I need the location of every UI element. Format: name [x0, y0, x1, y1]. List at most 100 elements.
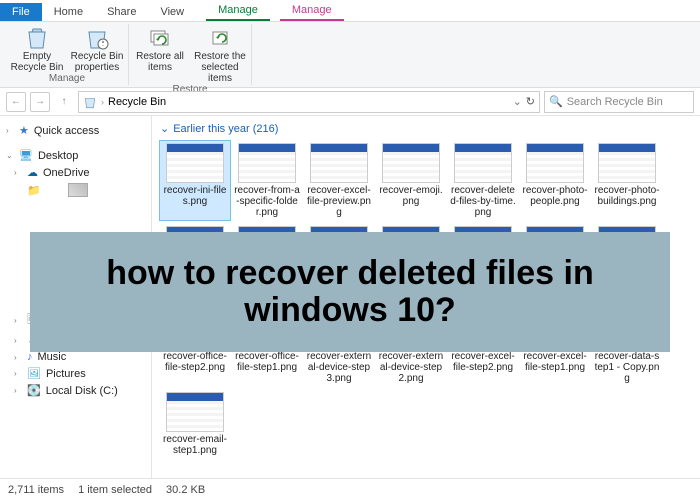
file-thumbnail[interactable]: recover-ini-files.png — [160, 141, 230, 220]
file-name: recover-photo-people.png — [522, 185, 588, 207]
chevron-down-icon[interactable]: ⌄ — [513, 95, 522, 108]
nav-back-button[interactable]: ← — [6, 92, 26, 112]
sidebar-item-quick-access[interactable]: › ★ Quick access — [4, 122, 147, 139]
chevron-right-icon: › — [14, 386, 22, 395]
desktop-icon: 🖥 — [19, 149, 33, 162]
user-thumb — [68, 183, 88, 197]
group-label: Earlier this year (216) — [173, 123, 278, 135]
thumbnail-image — [166, 143, 224, 183]
ribbon-tabs: File Home Share View Manage Manage — [0, 0, 700, 22]
group-manage: Empty Recycle Bin Recycle Bin properties… — [6, 24, 129, 85]
recycle-bin-empty-icon — [23, 26, 51, 50]
file-name: recover-excel-file-step1.png — [522, 351, 588, 373]
thumbnail-image — [382, 143, 440, 183]
file-thumbnail[interactable]: recover-email-step1.png — [160, 390, 230, 458]
refresh-icon[interactable]: ↻ — [526, 95, 535, 108]
thumbnail-image — [166, 392, 224, 432]
overlay-banner: how to recover deleted files in windows … — [30, 232, 670, 352]
file-name: recover-office-file-step2.png — [162, 351, 228, 373]
sidebar-item-desktop[interactable]: ⌄ 🖥 Desktop — [4, 147, 147, 164]
file-name: recover-external-device-step3.png — [306, 351, 372, 384]
chevron-right-icon: › — [6, 126, 14, 135]
restore-selected-button[interactable]: Restore the selected items — [193, 24, 247, 84]
empty-recycle-bin-button[interactable]: Empty Recycle Bin — [10, 24, 64, 73]
status-total-items: 2,711 items — [8, 484, 64, 496]
file-thumbnail[interactable]: recover-excel-file-preview.png — [304, 141, 374, 220]
sidebar-item-label: Desktop — [38, 150, 78, 162]
thumbnail-image — [310, 143, 368, 183]
address-bar[interactable]: › Recycle Bin ⌄ ↻ — [78, 91, 540, 113]
file-name: recover-deleted-files-by-time.png — [450, 185, 516, 218]
tab-file[interactable]: File — [0, 3, 42, 21]
chevron-right-icon: › — [14, 353, 22, 362]
sidebar-item-label: Pictures — [46, 368, 86, 380]
tab-manage-tools[interactable]: Manage — [206, 1, 270, 21]
restore-selected-label: Restore the selected items — [193, 51, 247, 84]
recycle-bin-properties-icon — [83, 26, 111, 50]
file-name: recover-external-device-step2.png — [378, 351, 444, 384]
search-placeholder: Search Recycle Bin — [567, 96, 663, 108]
sidebar-item-label: Local Disk (C:) — [46, 385, 118, 397]
file-name: recover-emoji.png — [378, 185, 444, 207]
disk-icon: 💽 — [27, 384, 41, 397]
sidebar-item-user[interactable]: 📁 — [4, 181, 147, 199]
star-icon: ★ — [19, 124, 29, 137]
nav-up-button[interactable]: ↑ — [54, 92, 74, 112]
file-thumbnail[interactable]: recover-deleted-files-by-time.png — [448, 141, 518, 220]
status-bar: 2,711 items 1 item selected 30.2 KB — [0, 478, 700, 500]
chevron-down-icon: ⌄ — [6, 151, 14, 160]
address-bar-row: ← → ↑ › Recycle Bin ⌄ ↻ 🔍 Search Recycle… — [0, 88, 700, 116]
file-name: recover-email-step1.png — [162, 434, 228, 456]
recycle-bin-properties-button[interactable]: Recycle Bin properties — [70, 24, 124, 73]
file-thumbnail[interactable]: recover-emoji.png — [376, 141, 446, 220]
file-thumbnail[interactable]: recover-photo-buildings.png — [592, 141, 662, 220]
group-manage-caption: Manage — [49, 73, 85, 84]
ribbon-actions: Empty Recycle Bin Recycle Bin properties… — [0, 22, 700, 88]
folder-icon: 📁 — [27, 184, 41, 197]
chevron-right-icon: › — [14, 369, 22, 378]
tab-view[interactable]: View — [148, 3, 196, 21]
chevron-right-icon: › — [14, 168, 22, 177]
tab-manage-picture[interactable]: Manage — [280, 1, 344, 21]
restore-all-label: Restore all items — [133, 51, 187, 73]
search-input[interactable]: 🔍 Search Recycle Bin — [544, 91, 694, 113]
file-thumbnail[interactable]: recover-photo-people.png — [520, 141, 590, 220]
sidebar-item-pictures[interactable]: › 🖼 Pictures — [4, 365, 147, 382]
thumbnail-image — [526, 143, 584, 183]
cloud-icon: ☁ — [27, 166, 38, 179]
tab-home[interactable]: Home — [42, 3, 95, 21]
thumbnail-image — [238, 143, 296, 183]
overlay-text: how to recover deleted files in windows … — [42, 255, 658, 330]
status-selected: 1 item selected — [78, 484, 152, 496]
search-icon: 🔍 — [549, 95, 563, 108]
sidebar-item-label: Quick access — [34, 125, 99, 137]
restore-all-button[interactable]: Restore all items — [133, 24, 187, 84]
recycle-bin-icon — [83, 95, 97, 109]
sidebar-item-local-disk[interactable]: › 💽 Local Disk (C:) — [4, 382, 147, 399]
breadcrumb-location[interactable]: Recycle Bin — [108, 96, 166, 108]
breadcrumb-sep-icon: › — [101, 97, 104, 107]
file-name: recover-office-file-step1.png — [234, 351, 300, 373]
chevron-right-icon: › — [14, 336, 22, 345]
sidebar-item-label: OneDrive — [43, 167, 89, 179]
file-name: recover-excel-file-step2.png — [450, 351, 516, 373]
thumbnail-image — [454, 143, 512, 183]
properties-label: Recycle Bin properties — [70, 51, 124, 73]
file-name: recover-from-a-specific-folder.png — [234, 185, 300, 218]
thumbnail-image — [598, 143, 656, 183]
group-restore: Restore all items Restore the selected i… — [129, 24, 252, 85]
sidebar-item-onedrive[interactable]: › ☁ OneDrive — [4, 164, 147, 181]
tab-share[interactable]: Share — [95, 3, 148, 21]
file-name: recover-data-step1 - Copy.png — [594, 351, 660, 384]
restore-all-icon — [146, 26, 174, 50]
group-header[interactable]: ⌄ Earlier this year (216) — [160, 122, 692, 135]
file-name: recover-ini-files.png — [162, 185, 228, 207]
file-name: recover-excel-file-preview.png — [306, 185, 372, 218]
restore-selected-icon — [206, 26, 234, 50]
file-thumbnail[interactable]: recover-from-a-specific-folder.png — [232, 141, 302, 220]
pictures-icon: 🖼 — [27, 367, 41, 380]
sidebar-item-label: Music — [38, 351, 67, 363]
chevron-right-icon: › — [14, 316, 22, 325]
nav-forward-button[interactable]: → — [30, 92, 50, 112]
empty-label: Empty Recycle Bin — [10, 51, 64, 73]
